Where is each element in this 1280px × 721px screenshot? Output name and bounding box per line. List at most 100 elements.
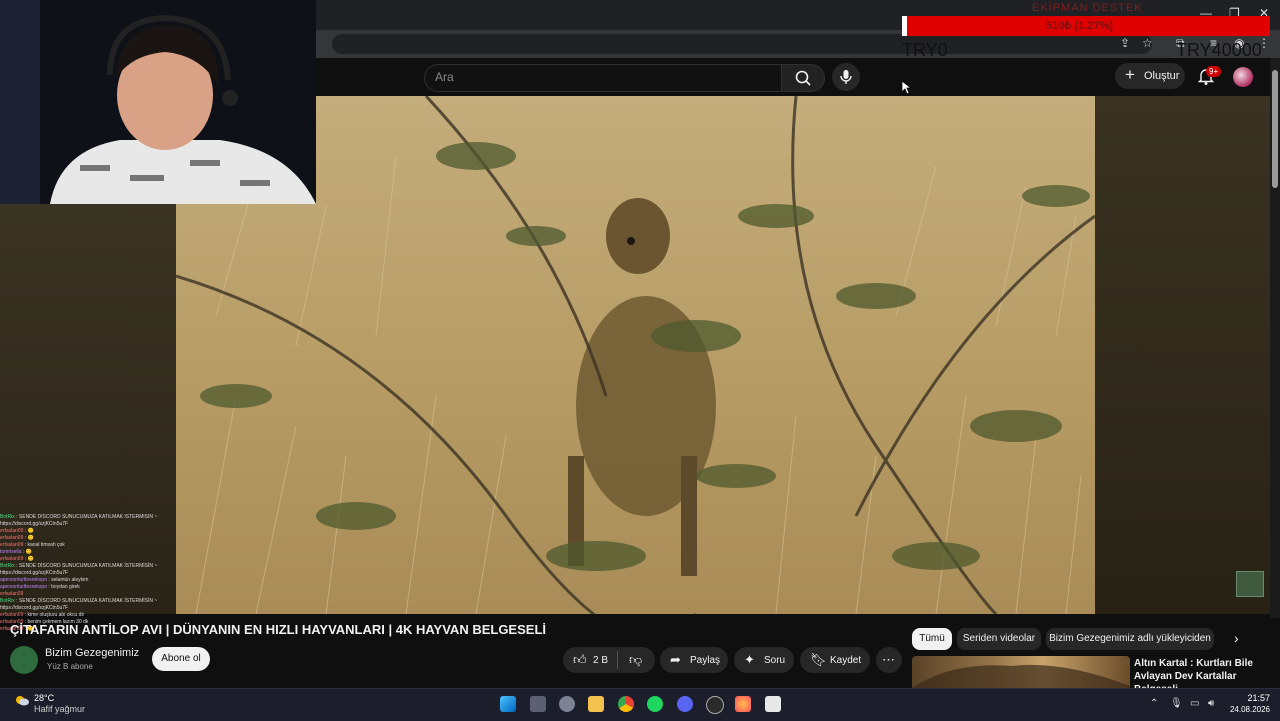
sparkle-icon: ✦	[744, 652, 755, 667]
donation-progress-fill	[902, 16, 907, 36]
chat-text: : 🙂	[23, 528, 34, 534]
ask-button[interactable]: ✦ Soru	[734, 647, 794, 673]
chat-message: erfaslan09 : 🙂	[0, 556, 176, 563]
chat-message: apersonturtlesrekopo : boydan girek	[0, 584, 176, 591]
chat-message: BotRix : SENDE DİSCORD SUNUCUMUZA KATILM…	[0, 563, 176, 570]
chat-username[interactable]: erfaslan09	[0, 528, 23, 534]
chat-username[interactable]: erfaslan09	[0, 542, 23, 548]
bookmark-icon: 🔖︎	[810, 652, 827, 667]
chat-message: erfaslan09	[0, 591, 176, 598]
chat-text: : selamün aleykim	[46, 577, 89, 583]
url-field[interactable]	[332, 34, 1152, 54]
chat-text: : SENDE DİSCORD SUNUCUMUZA KATILMAK İSTE…	[14, 598, 158, 604]
chat-text: : SENDE DİSCORD SUNUCUMUZA KATILMAK İSTE…	[14, 514, 158, 520]
chat-text: https://discord.gg/szjKCtn5u7F	[0, 605, 69, 611]
plus-icon: +	[1125, 65, 1135, 84]
chat-username[interactable]: erfaslan09	[0, 535, 23, 541]
chat-message: tomrisella : 🙂	[0, 549, 176, 556]
subscribe-button[interactable]: Abone ol	[152, 647, 210, 671]
search-input[interactable]: Ara	[424, 64, 782, 92]
scrollbar-thumb[interactable]	[1272, 70, 1278, 188]
ambient-right	[1095, 96, 1270, 614]
chat-text: : 🙂	[23, 556, 34, 562]
chat-username[interactable]: BotRix	[0, 598, 15, 604]
spotify-icon[interactable]	[647, 696, 663, 712]
like-count: 2 B	[593, 655, 609, 666]
chat-message: BotRix : SENDE DİSCORD SUNUCUMUZA KATILM…	[0, 598, 176, 605]
chat-text: : 🙂	[23, 535, 34, 541]
chat-text: : kime oluşturu abi okcu dir	[23, 612, 85, 618]
chat-text: : SENDE DİSCORD SUNUCUMUZA KATILMAK İSTE…	[14, 563, 158, 569]
more-horizontal-icon: ⋯	[882, 652, 895, 667]
weather-description: Hafif yağmur	[34, 704, 86, 714]
chat-message: erfaslan09 : kime oluşturu abi okcu dir	[0, 612, 176, 619]
taskbar-date[interactable]: 24.08.2026	[1220, 705, 1270, 714]
taskbar-time[interactable]: 21:57	[1236, 693, 1270, 703]
chat-username[interactable]: erfaslan09	[0, 591, 23, 597]
chat-text: : boydan girek	[46, 584, 80, 590]
recommended-thumbnail[interactable]	[912, 656, 1130, 688]
install-app-icon[interactable]: ⇪	[1120, 36, 1134, 50]
streamer-webcam	[0, 0, 316, 204]
chat-message: erfaslan09 : 🙂	[0, 535, 176, 542]
windows-taskbar	[0, 688, 1280, 721]
temperature: 28°C	[34, 693, 55, 703]
app-icon[interactable]	[765, 696, 781, 712]
weather-rain-icon	[16, 696, 29, 706]
firefox-icon[interactable]	[735, 696, 751, 712]
chat-text: https://discord.gg/szjKCtn5u7F	[0, 570, 69, 576]
like-button[interactable]: 👍︎ 2 B 👎︎	[563, 647, 655, 673]
chip-channel[interactable]: Bizim Gezegenimiz adlı yükleyiciden	[1046, 628, 1214, 650]
chat-message: apersonturtlesrekopo : selamün aleykim	[0, 577, 176, 584]
chevron-right-icon[interactable]: ›	[1234, 630, 1239, 646]
webcam-image	[0, 0, 316, 204]
chat-username[interactable]: erfaslan09	[0, 612, 23, 618]
discord-icon[interactable]	[677, 696, 693, 712]
volume-icon[interactable]: 🔊︎	[1208, 698, 1214, 709]
channel-name[interactable]: Bizim Gezegenimiz	[45, 647, 139, 659]
chat-message: https://discord.gg/szjKCtn5u7F	[0, 570, 176, 577]
chrome-icon[interactable]	[618, 696, 634, 712]
thumbs-down-icon[interactable]: 👎︎	[629, 652, 642, 668]
bookmark-star-icon[interactable]: ☆	[1142, 36, 1156, 50]
chat-username[interactable]: BotRix	[0, 514, 15, 520]
chat-text: : 🙂	[21, 549, 32, 555]
subscriber-count: Yüz B abone	[47, 662, 93, 671]
chat-username[interactable]: apersonturtlesrekopo	[0, 584, 47, 590]
share-button[interactable]: ➦ Paylaş	[660, 647, 728, 673]
save-button[interactable]: 🔖︎ Kaydet	[800, 647, 870, 673]
chat-username[interactable]: BotRix	[0, 563, 15, 569]
settings-gear-icon[interactable]	[559, 696, 575, 712]
chat-username[interactable]: tomrisella	[0, 549, 21, 555]
chip-all[interactable]: Tümü	[912, 628, 952, 650]
create-button[interactable]: + Oluştur	[1115, 63, 1185, 89]
microphone-tray-icon[interactable]: 🎙︎	[1170, 698, 1183, 709]
save-label: Kaydet	[830, 655, 862, 666]
chat-username[interactable]: erfaslan09	[0, 556, 23, 562]
voice-search-button[interactable]	[832, 63, 860, 91]
file-explorer-icon[interactable]	[588, 696, 604, 712]
notification-badge: 9+	[1206, 66, 1222, 77]
tray-chevron-up-icon[interactable]: ⌃	[1150, 698, 1158, 709]
task-view-icon[interactable]	[530, 696, 546, 712]
chip-series[interactable]: Seriden videolar	[957, 628, 1041, 650]
chat-message: erfaslan09 : kanal timsah çok	[0, 542, 176, 549]
chat-username[interactable]: apersonturtlesrekopo	[0, 577, 47, 583]
network-icon[interactable]: ▭	[1190, 698, 1199, 709]
chat-message: https://discord.gg/szjKCtn5u7F	[0, 521, 176, 528]
channel-watermark[interactable]	[1236, 571, 1264, 597]
more-actions-button[interactable]: ⋯	[876, 647, 902, 673]
thumbs-up-icon: 👍︎	[573, 652, 587, 667]
chat-text: : kanal timsah çok	[23, 542, 65, 548]
search-icon	[795, 70, 811, 86]
create-label: Oluştur	[1144, 70, 1180, 82]
channel-avatar[interactable]	[10, 646, 38, 674]
like-divider	[617, 651, 618, 669]
obs-icon[interactable]	[706, 696, 724, 714]
start-menu-icon[interactable]	[500, 696, 516, 712]
search-button[interactable]	[781, 64, 825, 92]
donation-goal-title: EKİPMAN DESTEK	[1032, 2, 1143, 14]
account-avatar[interactable]	[1233, 67, 1253, 87]
share-label: Paylaş	[690, 655, 721, 666]
mouse-cursor-icon	[902, 81, 912, 95]
